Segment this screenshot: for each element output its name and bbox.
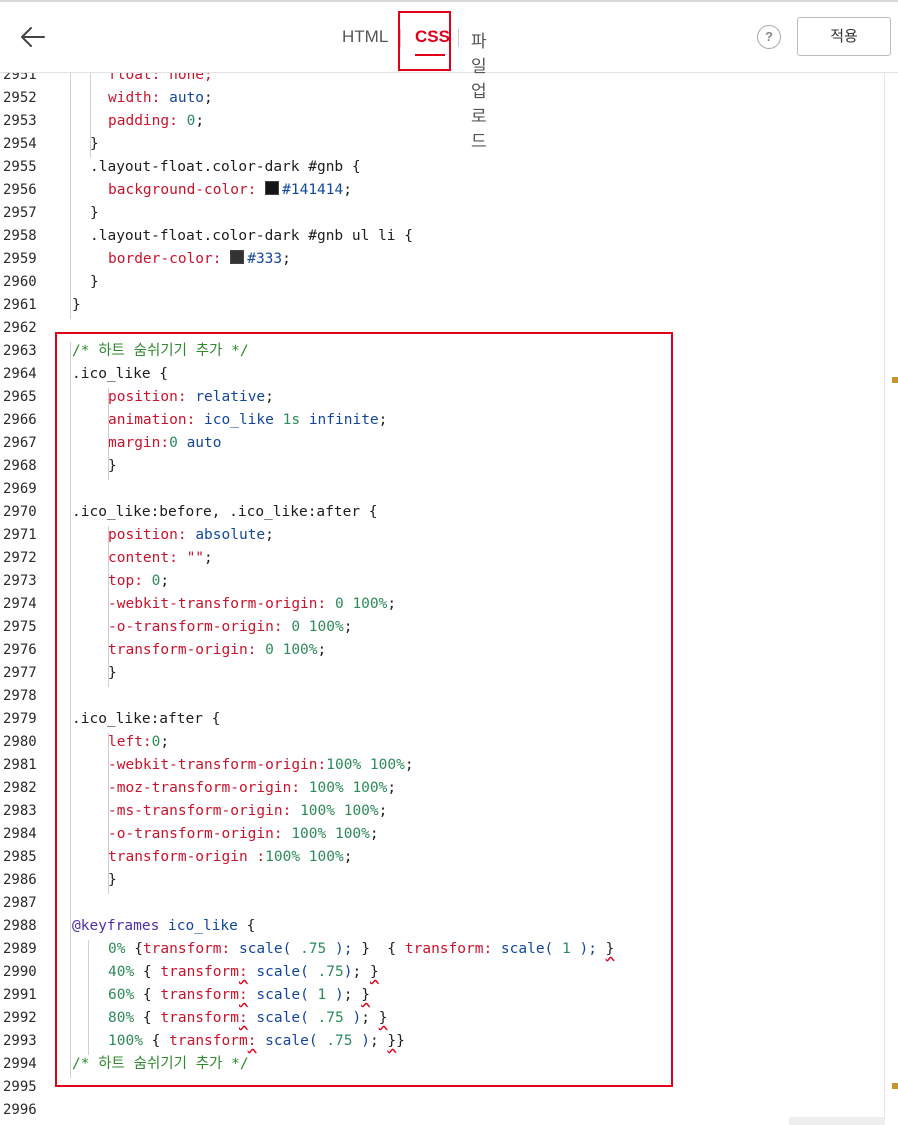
line-number: 2982: [3, 780, 37, 796]
line-number: 2984: [3, 826, 37, 842]
editor-corner: [789, 1117, 885, 1125]
code-token: float: none;: [108, 73, 213, 83]
css-tab-highlight-box: [398, 11, 451, 71]
line-number: 2953: [3, 113, 37, 129]
code-line: float: none;: [108, 73, 213, 87]
code-line: .layout-float.color-dark #gnb ul li {: [90, 225, 413, 248]
code-token: .layout-float.color-dark #gnb ul li {: [90, 228, 414, 244]
code-line: }: [90, 202, 99, 225]
code-token: }: [90, 136, 99, 152]
line-number: 2961: [3, 297, 37, 313]
code-token: #333: [247, 251, 283, 267]
line-number: 2955: [3, 159, 37, 175]
code-token: width:: [108, 90, 170, 106]
line-number: 2959: [3, 251, 37, 267]
line-number: 2992: [3, 1010, 37, 1026]
line-number: 2970: [3, 504, 37, 520]
line-number: 2993: [3, 1033, 37, 1049]
line-number: 2968: [3, 458, 37, 474]
code-token: }: [90, 274, 99, 290]
question-circle-icon[interactable]: ?: [757, 25, 781, 49]
color-swatch-icon[interactable]: [230, 250, 245, 264]
line-number: 2960: [3, 274, 37, 290]
tab-html[interactable]: HTML: [342, 27, 388, 47]
code-token: 0: [186, 113, 196, 129]
line-number: 2971: [3, 527, 37, 543]
line-number: 2951: [3, 73, 37, 83]
line-number: 2974: [3, 596, 37, 612]
line-number: 2973: [3, 573, 37, 589]
code-line: border-color: #333;: [108, 248, 291, 271]
line-number: 2986: [3, 872, 37, 888]
line-number: 2975: [3, 619, 37, 635]
line-number: 2966: [3, 412, 37, 428]
line-number: 2956: [3, 182, 37, 198]
indent-guide: [70, 73, 71, 319]
line-number: 2985: [3, 849, 37, 865]
line-number: 2981: [3, 757, 37, 773]
scrollbar-track[interactable]: [884, 73, 885, 1125]
code-line: padding: 0;: [108, 110, 204, 133]
indent-guide: [90, 73, 91, 158]
color-swatch-icon[interactable]: [265, 181, 280, 195]
line-number: 2963: [3, 343, 37, 359]
line-number: 2990: [3, 964, 37, 980]
code-line: .layout-float.color-dark #gnb {: [90, 156, 361, 179]
line-number: 2962: [3, 320, 37, 336]
code-token: auto: [169, 90, 205, 106]
code-token: ;: [204, 90, 213, 106]
arrow-left-icon[interactable]: [18, 22, 48, 52]
line-number: 2979: [3, 711, 37, 727]
line-number: 2987: [3, 895, 37, 911]
line-number: 2957: [3, 205, 37, 221]
code-token: .layout-float.color-dark #gnb {: [90, 159, 361, 175]
line-number: 2995: [3, 1079, 37, 1095]
code-token: background-color:: [108, 182, 266, 198]
line-number: 2964: [3, 366, 37, 382]
line-number: 2994: [3, 1056, 37, 1072]
code-highlight-box: [55, 332, 673, 1087]
code-line: }: [90, 133, 99, 156]
code-token: padding:: [108, 113, 187, 129]
tab-divider: [458, 29, 459, 47]
line-number: 2991: [3, 987, 37, 1003]
line-number: 2965: [3, 389, 37, 405]
line-number: 2958: [3, 228, 37, 244]
code-token: #141414: [282, 182, 344, 198]
line-number: 2977: [3, 665, 37, 681]
code-token: }: [90, 205, 99, 221]
scrollbar-marker: [892, 377, 898, 383]
code-token: border-color:: [108, 251, 231, 267]
top-border: [0, 0, 898, 2]
line-number: 2996: [3, 1102, 37, 1118]
line-number: 2988: [3, 918, 37, 934]
code-line: }: [90, 271, 99, 294]
code-token: ;: [282, 251, 291, 267]
line-number: 2954: [3, 136, 37, 152]
code-token: ;: [195, 113, 205, 129]
line-number: 2972: [3, 550, 37, 566]
code-line: width: auto;: [108, 87, 213, 110]
code-token: }: [72, 297, 81, 313]
line-number: 2978: [3, 688, 37, 704]
line-number: 2983: [3, 803, 37, 819]
code-line: background-color: #141414;: [108, 179, 352, 202]
scrollbar-marker: [892, 1083, 898, 1089]
code-token: ;: [343, 182, 352, 198]
line-number: 2967: [3, 435, 37, 451]
line-number: 2980: [3, 734, 37, 750]
line-number: 2969: [3, 481, 37, 497]
line-number: 2976: [3, 642, 37, 658]
apply-button[interactable]: 적용: [797, 17, 891, 56]
line-number: 2952: [3, 90, 37, 106]
code-line: }: [72, 294, 81, 317]
line-number: 2989: [3, 941, 37, 957]
